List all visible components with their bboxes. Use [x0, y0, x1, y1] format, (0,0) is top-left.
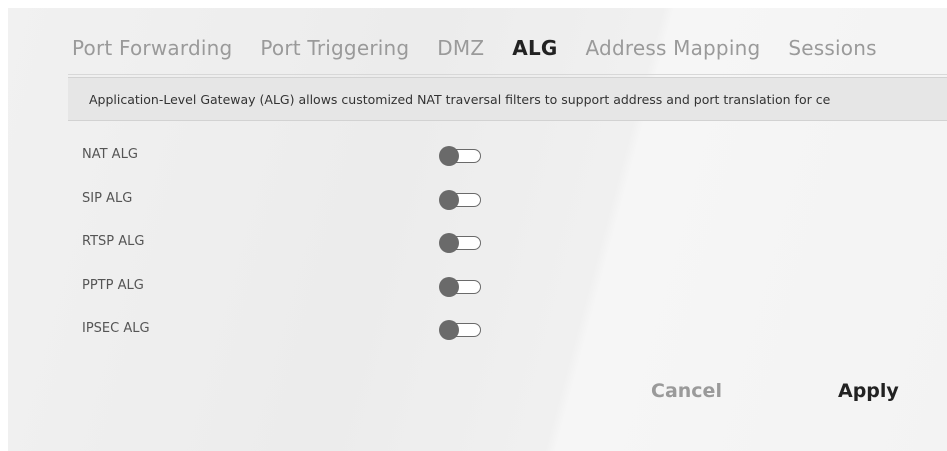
- tab-sessions[interactable]: Sessions: [788, 36, 876, 62]
- setting-row-nat-alg: NAT ALG: [82, 144, 502, 168]
- toggle-knob: [439, 146, 459, 166]
- tab-port-forwarding[interactable]: Port Forwarding: [72, 36, 232, 62]
- info-text: Application-Level Gateway (ALG) allows c…: [89, 92, 831, 107]
- ipsec-alg-toggle[interactable]: [439, 320, 481, 340]
- setting-label: SIP ALG: [82, 191, 133, 206]
- setting-label: IPSEC ALG: [82, 321, 150, 336]
- tab-bar: Port Forwarding Port Triggering DMZ ALG Addr…: [72, 36, 905, 62]
- setting-label: NAT ALG: [82, 147, 138, 162]
- toggle-knob: [439, 277, 459, 297]
- sip-alg-toggle[interactable]: [439, 190, 481, 210]
- cancel-button[interactable]: Cancel: [651, 380, 722, 402]
- tab-port-triggering[interactable]: Port Triggering: [260, 36, 409, 62]
- apply-button[interactable]: Apply: [838, 380, 905, 402]
- setting-row-rtsp-alg: RTSP ALG: [82, 231, 502, 255]
- toggle-knob: [439, 320, 459, 340]
- setting-label: PPTP ALG: [82, 278, 144, 293]
- tab-address-mapping[interactable]: Address Mapping: [586, 36, 761, 62]
- toggle-knob: [439, 190, 459, 210]
- rtsp-alg-toggle[interactable]: [439, 233, 481, 253]
- nat-alg-toggle[interactable]: [439, 146, 481, 166]
- setting-row-ipsec-alg: IPSEC ALG: [82, 318, 502, 342]
- tab-alg[interactable]: ALG: [512, 36, 570, 62]
- toggle-knob: [439, 233, 459, 253]
- tab-divider: [68, 74, 947, 75]
- info-banner: Application-Level Gateway (ALG) allows c…: [68, 77, 947, 121]
- tab-dmz[interactable]: DMZ: [437, 36, 484, 62]
- alg-panel: Port Forwarding Port Triggering DMZ ALG Addr…: [8, 8, 947, 451]
- setting-row-sip-alg: SIP ALG: [82, 188, 502, 212]
- setting-row-pptp-alg: PPTP ALG: [82, 275, 502, 299]
- setting-label: RTSP ALG: [82, 234, 145, 249]
- pptp-alg-toggle[interactable]: [439, 277, 481, 297]
